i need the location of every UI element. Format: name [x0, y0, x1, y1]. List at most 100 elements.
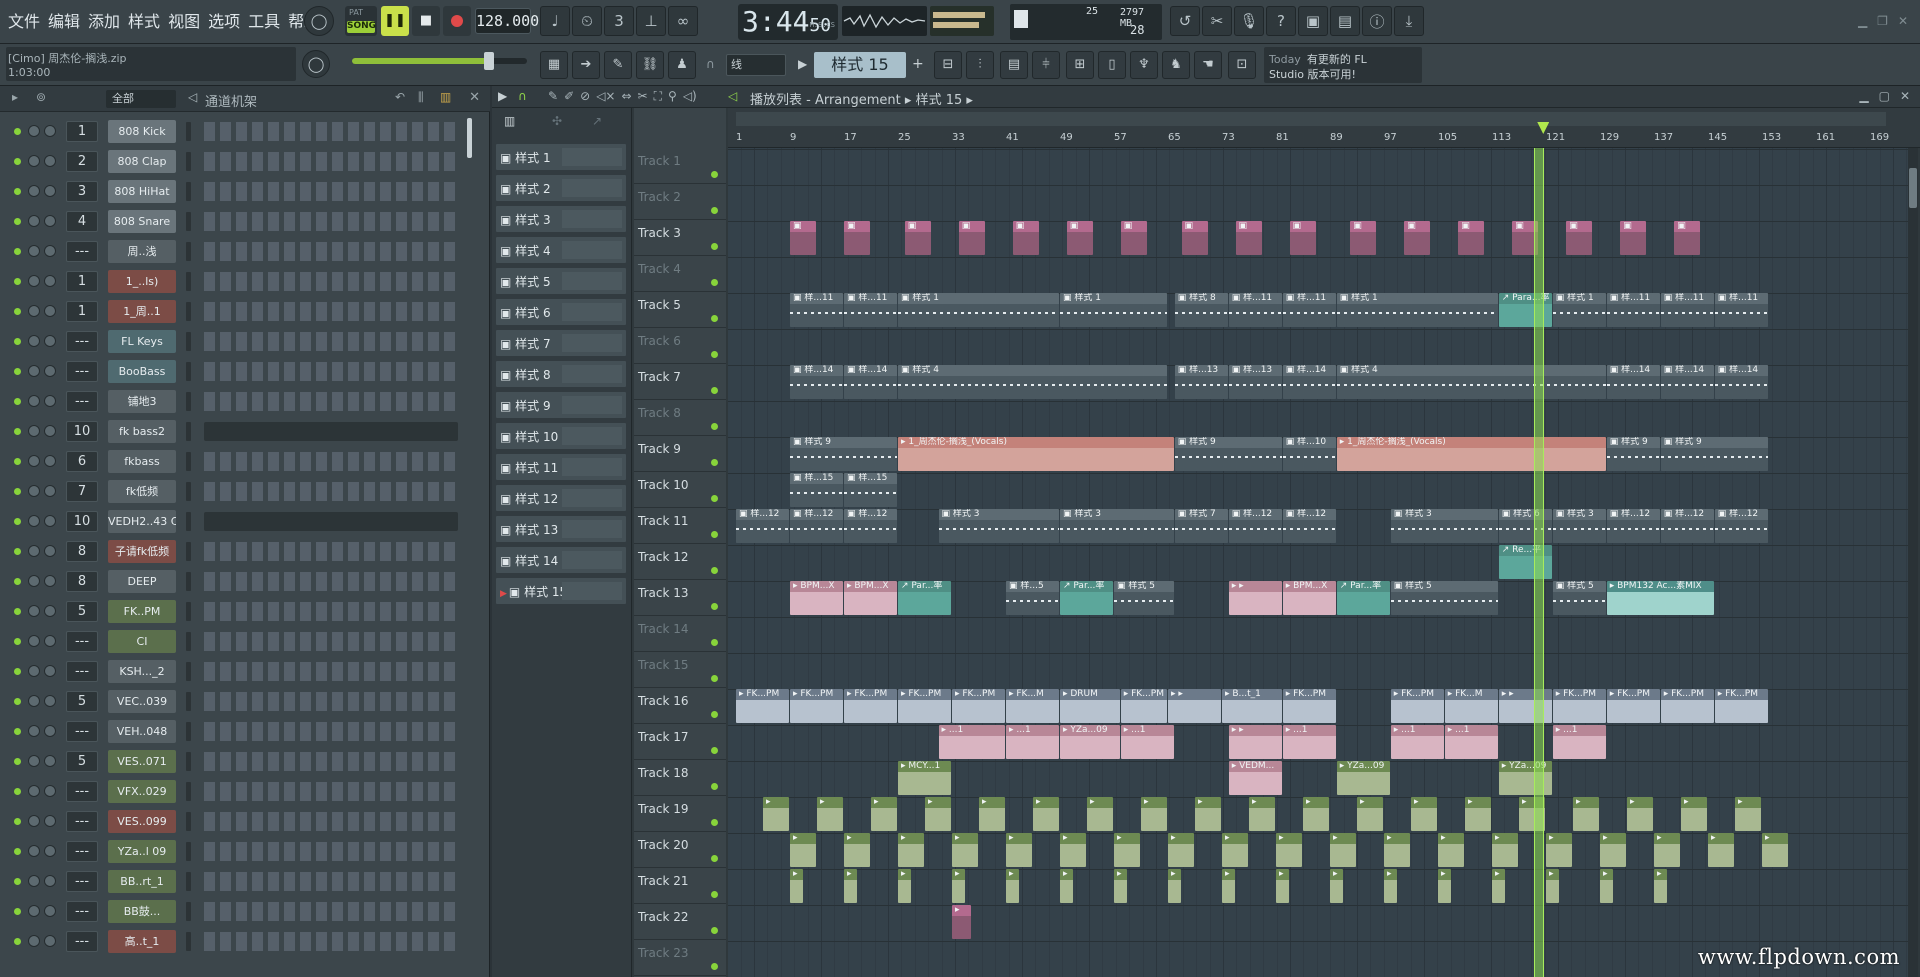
playlist-clip[interactable]: ▸ — [952, 869, 965, 903]
rack-group-filter[interactable]: 全部 — [106, 90, 176, 108]
playlist-clip[interactable]: ▣ 样...12 — [1660, 509, 1714, 543]
channel-select-indicator[interactable] — [186, 362, 191, 381]
channel-select-indicator[interactable] — [186, 782, 191, 801]
track-mute-led[interactable] — [711, 531, 718, 538]
playlist-clip[interactable]: ▸ — [1681, 797, 1707, 831]
channel-mixer-track[interactable]: --- — [66, 661, 98, 682]
channel-mixer-track[interactable]: --- — [66, 241, 98, 262]
zoom-tool-icon[interactable]: ⚲ — [668, 89, 677, 104]
playlist-clip[interactable]: ▣ 样式 3 — [1552, 509, 1606, 543]
slice-tool-icon[interactable]: ✂ — [638, 89, 648, 104]
playlist-clip[interactable]: ▸ — [1330, 833, 1356, 867]
slip-tool-icon[interactable]: ⇔ — [621, 89, 631, 104]
cart-icon[interactable]: ⊡ — [1228, 51, 1256, 79]
channel-pan-knob[interactable] — [28, 695, 40, 707]
tempo-knob-icon[interactable]: ◯ — [304, 6, 334, 36]
channel-step-buttons[interactable] — [204, 272, 458, 291]
channel-name-button[interactable]: 高..t_1 — [108, 930, 176, 953]
channel-step-buttons[interactable] — [204, 752, 458, 771]
pattern-picker-item[interactable]: ▣ 样式 7 — [496, 330, 626, 356]
channel-enable-led[interactable] — [14, 668, 21, 675]
track-mute-led[interactable] — [711, 675, 718, 682]
channel-name-button[interactable]: VEDH2..43 C — [108, 510, 176, 533]
playlist-clip[interactable]: ▸ — [1060, 869, 1073, 903]
file-icon[interactable]: ▯ — [1098, 51, 1126, 79]
arrangement-grid[interactable]: ▣ ▣ ▣ ▣ ▣ ▣ ▣ ▣ ▣ ▣ ▣ ▣ ▣ ▣ ▣ ▣ ▣ ▣ 样...11 ▣ 样...11 ▣ 样式 1 ▣… — [728, 148, 1908, 977]
playlist-clip[interactable]: ▸ — [1438, 869, 1451, 903]
channel-select-indicator[interactable] — [186, 812, 191, 831]
channel-pan-knob[interactable] — [28, 935, 40, 947]
channel-enable-led[interactable] — [14, 578, 21, 585]
channel-select-indicator[interactable] — [186, 722, 191, 741]
channel-volume-knob[interactable] — [44, 785, 56, 797]
channel-volume-knob[interactable] — [44, 695, 56, 707]
track-mute-led[interactable] — [711, 819, 718, 826]
playlist-clip[interactable]: ▸ 1_周杰伦-搁浅_(Vocals) — [898, 437, 1174, 471]
playlist-clip[interactable]: ↗ Par...率 — [898, 581, 951, 615]
playlist-clip[interactable]: ▸ — [1330, 869, 1343, 903]
playlist-clip[interactable]: ▣ 样...11 — [790, 293, 843, 327]
pattern-picker-item[interactable]: ▣ 样式 14 — [496, 547, 626, 573]
channel-step-buttons[interactable] — [204, 572, 458, 591]
playlist-clip[interactable]: ▸ — [1384, 833, 1410, 867]
playlist-clip[interactable]: ▣ — [1404, 221, 1431, 255]
delete-tool-icon[interactable]: ⊘ — [580, 89, 590, 104]
playlist-clip[interactable]: ▣ 样...12 — [790, 509, 843, 543]
steps-icon[interactable]: ▥ — [440, 90, 451, 104]
channel-name-button[interactable]: 1_周..1 — [108, 300, 176, 323]
channel-mixer-track[interactable]: --- — [66, 631, 98, 652]
playlist-clip[interactable]: ▸ BPM...X — [790, 581, 843, 615]
playlist-clip[interactable]: ▸ — [871, 797, 897, 831]
channel-name-button[interactable]: 808 HiHat — [108, 180, 176, 203]
channel-mixer-track[interactable]: --- — [66, 811, 98, 832]
playlist-clip[interactable]: ▸ FK...M — [1444, 689, 1498, 723]
channel-select-indicator[interactable] — [186, 302, 191, 321]
channel-row[interactable]: 6 fkbass — [0, 446, 478, 476]
playlist-clip[interactable]: ▣ 样...13 — [1228, 365, 1282, 399]
playlist-clip[interactable]: ▸ 1_周杰伦-搁浅_(Vocals) — [1336, 437, 1606, 471]
channel-step-buttons[interactable] — [204, 602, 458, 621]
master-volume-slider[interactable] — [352, 52, 527, 70]
channel-enable-led[interactable] — [14, 458, 21, 465]
track-header[interactable]: Track 3 — [634, 220, 726, 256]
master-volume-handle[interactable] — [483, 52, 494, 70]
playlist-clip[interactable]: ▸ — [1357, 797, 1383, 831]
playlist-clip[interactable]: ▣ 样...11 — [1714, 293, 1768, 327]
channel-volume-knob[interactable] — [44, 365, 56, 377]
playlist-clip[interactable]: ▣ — [1289, 221, 1316, 255]
channel-select-indicator[interactable] — [186, 692, 191, 711]
playlist-clip[interactable]: ▸ — [1303, 797, 1329, 831]
playlist-clip[interactable]: ▸ BPM...X — [1282, 581, 1336, 615]
playlist-clip[interactable]: ▸ FK...PM — [1390, 689, 1444, 723]
playlist-clip[interactable]: ▸ ...1 — [938, 725, 1005, 759]
channel-pan-knob[interactable] — [28, 245, 40, 257]
playlist-clip[interactable]: ▸ — [1114, 869, 1127, 903]
channel-piano-roll-preview[interactable] — [204, 512, 458, 531]
channel-step-buttons[interactable] — [204, 302, 458, 321]
playlist-clip[interactable]: ▣ 样...12 — [1282, 509, 1336, 543]
menu-edit[interactable]: 编辑 — [46, 8, 82, 32]
track-mute-led[interactable] — [711, 855, 718, 862]
playlist-clip[interactable]: ▸ — [1438, 833, 1464, 867]
track-header[interactable]: Track 16 — [634, 688, 726, 724]
playlist-clip[interactable]: ▣ 样...12 — [1228, 509, 1282, 543]
channel-mixer-track[interactable]: --- — [66, 331, 98, 352]
track-mute-led[interactable] — [711, 963, 718, 970]
pattern-selector[interactable]: 样式 15 — [814, 52, 906, 78]
playlist-clip[interactable]: ▣ 样...14 — [844, 365, 897, 399]
playlist-clip[interactable]: ▣ 样式 5 — [1114, 581, 1174, 615]
channel-enable-led[interactable] — [14, 218, 21, 225]
playlist-clip[interactable]: ▸ — [925, 797, 951, 831]
playlist-clip[interactable]: ▸ — [844, 833, 870, 867]
track-header[interactable]: Track 12 — [634, 544, 726, 580]
track-header[interactable]: Track 9 — [634, 436, 726, 472]
channel-pan-knob[interactable] — [28, 575, 40, 587]
rack-menu-icon[interactable]: ▸ — [12, 90, 18, 104]
rack-close-icon[interactable]: ✕ — [469, 90, 480, 105]
channel-piano-roll-preview[interactable] — [204, 422, 458, 441]
playlist-clip[interactable]: ▸ FK...PM — [844, 689, 897, 723]
channel-mixer-track[interactable]: --- — [66, 721, 98, 742]
playlist-clip[interactable]: ▣ 样式 1 — [1060, 293, 1167, 327]
mic-icon[interactable]: 🎙 — [1234, 6, 1264, 36]
playlist-clip[interactable]: ▸ — [844, 869, 857, 903]
